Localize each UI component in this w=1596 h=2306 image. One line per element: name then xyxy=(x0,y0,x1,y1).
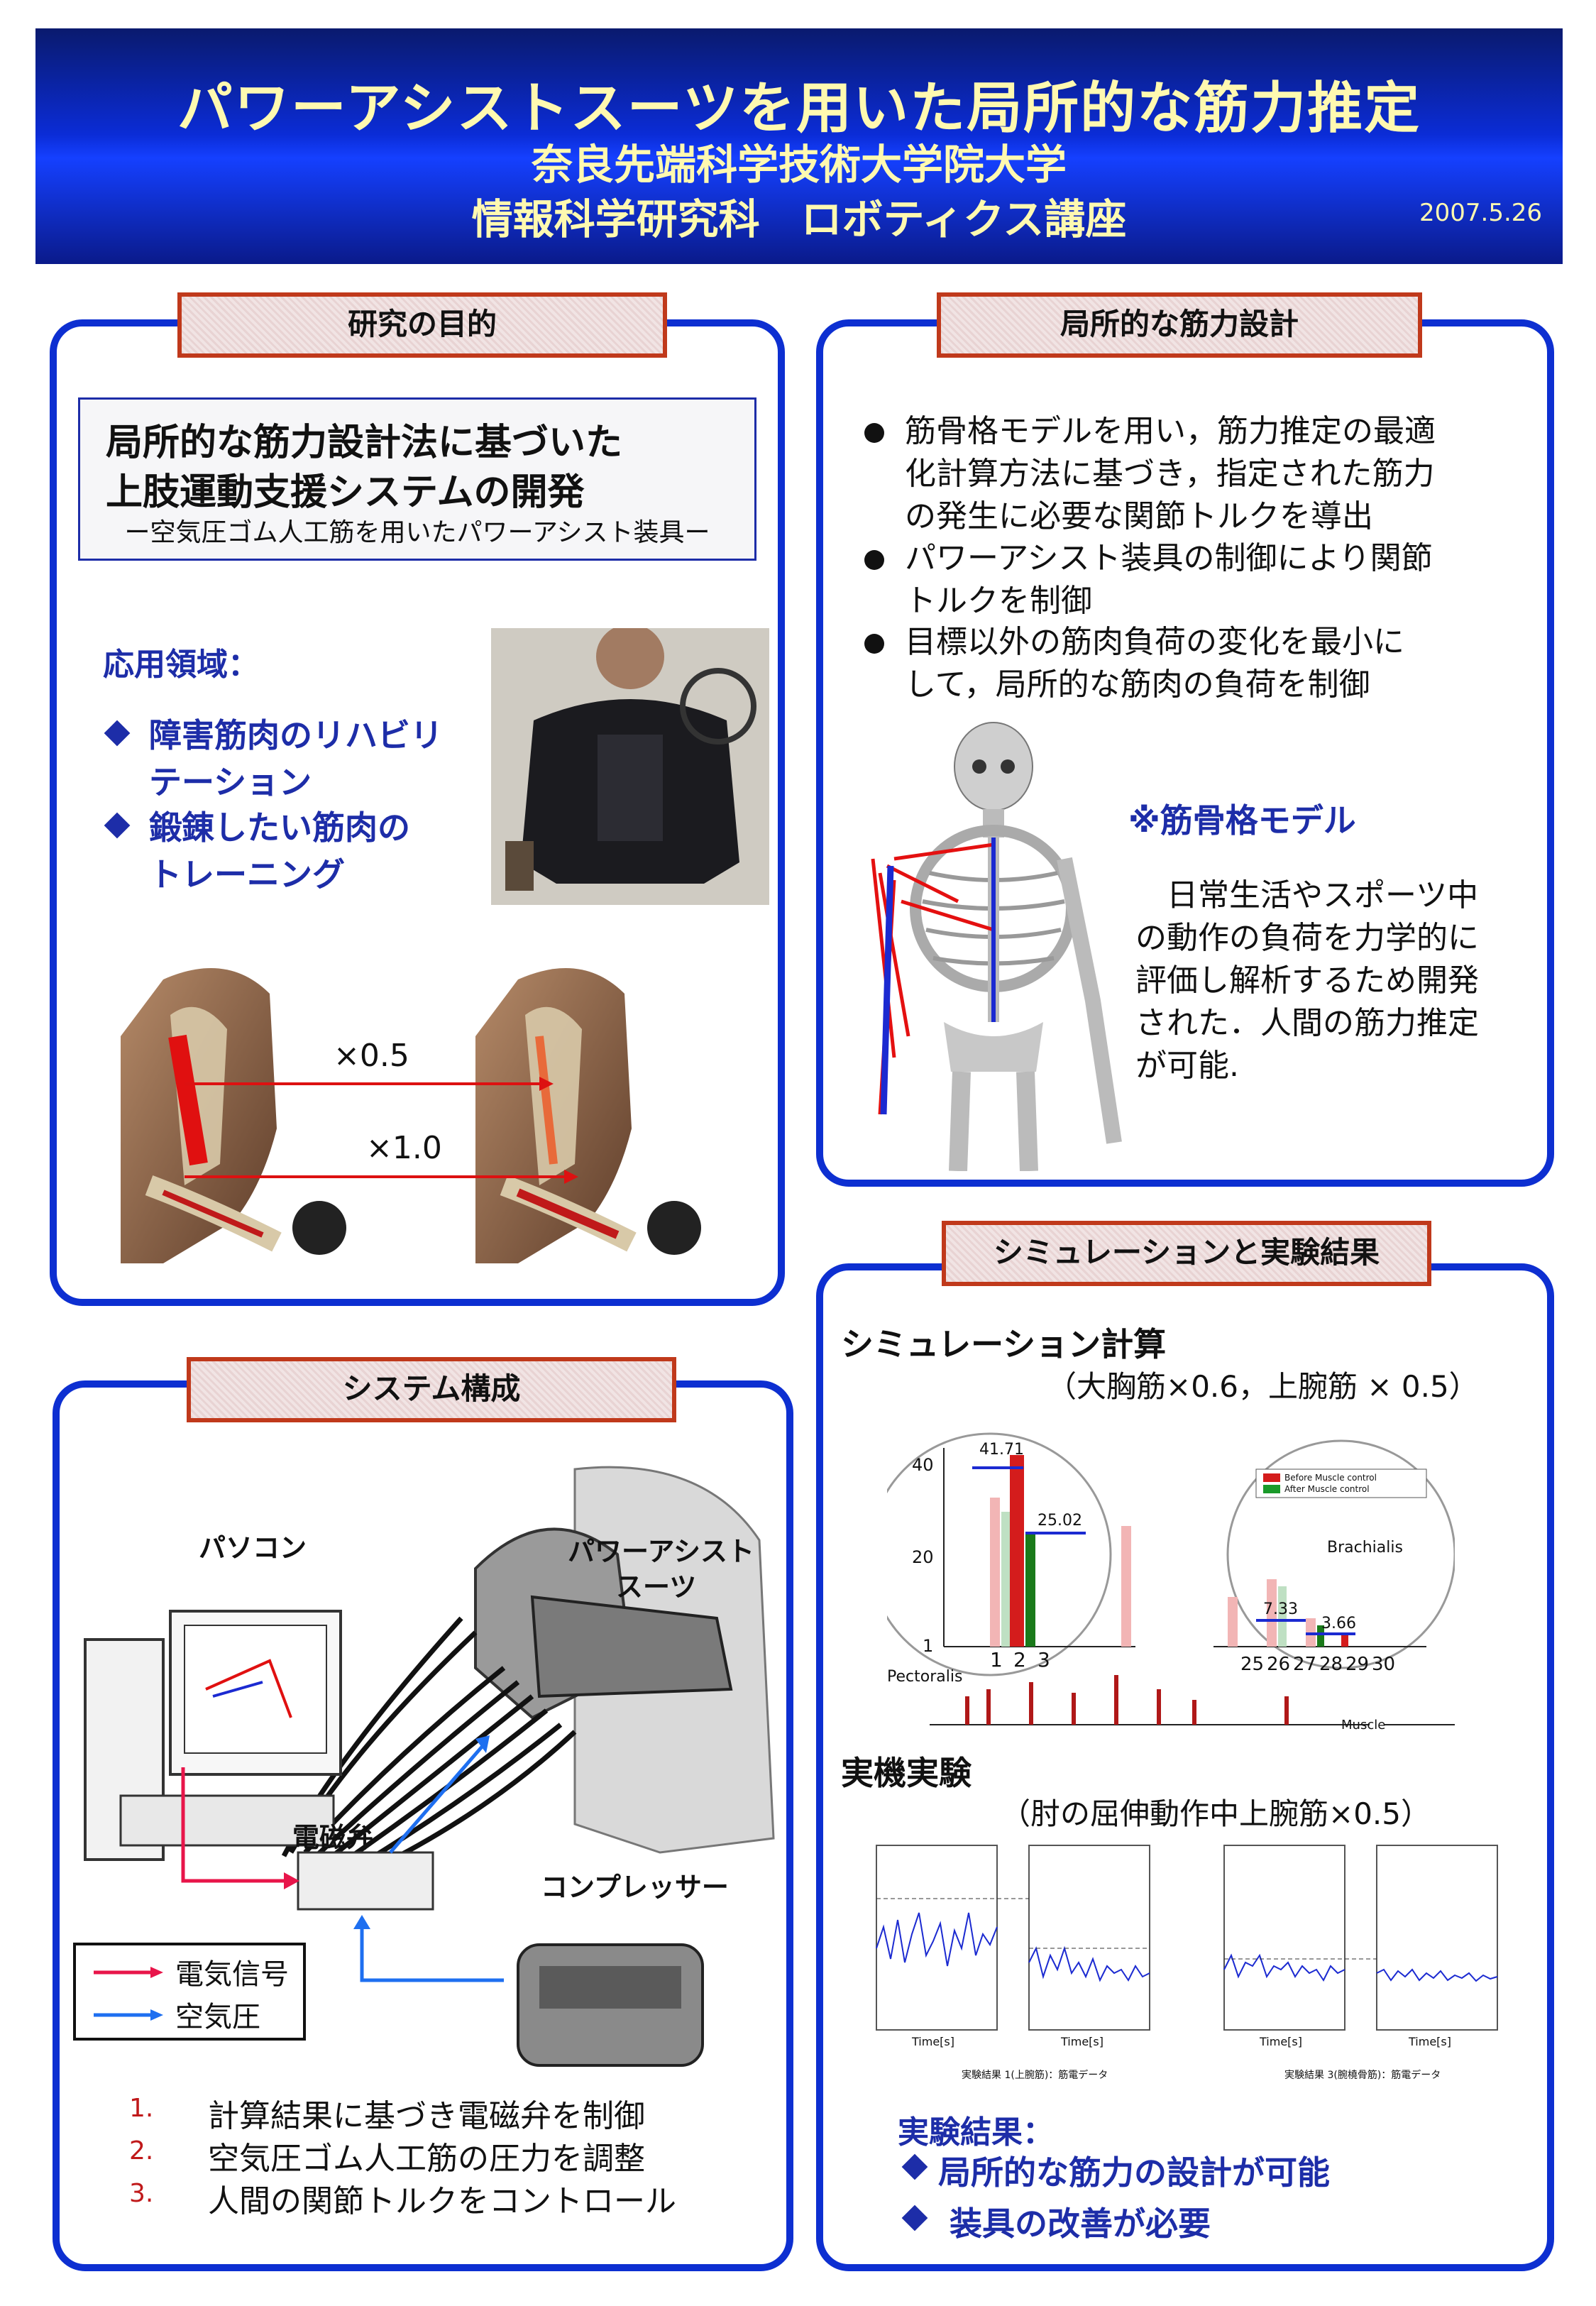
poster-date: 2007.5.26 xyxy=(1419,199,1543,227)
model-description: 日常生活やスポーツ中 の動作の負荷を力学的に 評価し解析するため開発 された．人… xyxy=(1135,874,1479,1087)
x-tick-b30: 30 xyxy=(1372,1654,1396,1675)
emg-plots: Time[s] Time[s] Time[s] Time[s] 実験結果 1(上… xyxy=(855,1842,1508,2097)
design-title: 局所的な筋力設計 xyxy=(937,292,1422,358)
purpose-title: 研究の目的 xyxy=(177,292,667,358)
purpose-goal-box: 局所的な筋力設計法に基づいた 上肢運動支援システムの開発 ー空気圧ゴム人工筋を用… xyxy=(78,397,756,561)
emg-xlabel-3: Time[s] xyxy=(1260,2035,1302,2048)
diamond-icon xyxy=(901,2153,928,2180)
application-item-1: 障害筋肉のリハビリ xyxy=(149,716,443,754)
value-7-33: 7.33 xyxy=(1263,1601,1298,1618)
simulation-heading: シミュレーション計算 xyxy=(841,1325,1167,1363)
application-item-2b: トレーニング xyxy=(149,855,345,894)
system-legend: 電気信号 空気圧 xyxy=(73,1943,306,2041)
model-label: ※筋骨格モデル xyxy=(1128,801,1356,840)
diamond-icon xyxy=(104,812,131,839)
y-tick-20: 20 xyxy=(912,1547,934,1567)
step-1-text: 計算結果に基づき電磁弁を制御 xyxy=(208,2098,645,2134)
design-bullet-3-line1: 目標以外の筋肉負荷の変化を最小に xyxy=(905,624,1404,660)
x-tick-b29: 29 xyxy=(1345,1654,1370,1675)
bullet-icon xyxy=(864,634,884,654)
design-bullet-2-line1: パワーアシスト装具の制御により関節 xyxy=(905,540,1433,576)
affiliation-university: 奈良先端科学技術大学院大学 xyxy=(531,141,1067,189)
emg-xlabel-1: Time[s] xyxy=(912,2035,954,2048)
compressor-label: コンプレッサー xyxy=(541,1872,729,1903)
x-tick-a3: 3 xyxy=(1038,1648,1050,1671)
emg-caption-1: 実験結果 1(上腕筋)：筋電データ xyxy=(962,2070,1108,2081)
legend-electric: 電気信号 xyxy=(175,1958,289,1991)
x-tick-b27: 27 xyxy=(1293,1654,1317,1675)
design-bullet-2: パワーアシスト装具の制御により関節 トルクを制御 xyxy=(905,537,1433,622)
design-bullet-3-line2: して，局所的な筋肉の負荷を制御 xyxy=(905,666,1370,703)
factor-1-0: ×1.0 xyxy=(366,1130,442,1166)
arm-force-illustration: ×0.5 ×1.0 xyxy=(121,951,759,1263)
x-tick-b28: 28 xyxy=(1319,1654,1343,1675)
brachialis-label: Brachialis xyxy=(1327,1539,1403,1556)
x-tick-b26: 26 xyxy=(1267,1654,1291,1675)
y-tick-40: 40 xyxy=(912,1455,934,1475)
application-label: 応用領域： xyxy=(103,647,259,683)
goal-line2: 上肢運動支援システムの開発 xyxy=(106,471,585,514)
conclusion-1: 局所的な筋力の設計が可能 xyxy=(938,2153,1330,2192)
emg-xlabel-4: Time[s] xyxy=(1409,2035,1451,2048)
results-title: シミュレーションと実験結果 xyxy=(942,1221,1431,1286)
value-3-66: 3.66 xyxy=(1321,1615,1356,1632)
bullet-icon xyxy=(864,550,884,570)
model-desc-line3: 評価し解析するため開発 xyxy=(1135,962,1479,999)
emg-xlabel-2: Time[s] xyxy=(1061,2035,1104,2048)
step-3-text: 人間の関節トルクをコントロール xyxy=(208,2183,676,2219)
simulation-chart: 41.71 25.02 7.33 3.66 40 20 1 1 2 3 Pect… xyxy=(868,1412,1456,1739)
goal-line1: 局所的な筋力設計法に基づいた xyxy=(106,422,623,464)
model-desc-line2: の動作の負荷を力学的に xyxy=(1135,920,1479,956)
bullet-icon xyxy=(864,423,884,443)
affiliation-lab: 情報科学研究科 ロボティクス講座 xyxy=(471,195,1127,243)
experiment-condition: （肘の屈伸動作中上腕筋×0.5） xyxy=(1001,1796,1431,1831)
design-bullet-3: 目標以外の筋肉負荷の変化を最小に して，局所的な筋肉の負荷を制御 xyxy=(905,621,1404,706)
diamond-icon xyxy=(901,2205,928,2231)
conclusion-label: 実験結果： xyxy=(898,2114,1054,2151)
value-41-71: 41.71 xyxy=(979,1441,1024,1459)
legend-air: 空気圧 xyxy=(175,2001,260,2033)
x-tick-b25: 25 xyxy=(1240,1654,1265,1675)
design-bullet-1-line2: 化計算方法に基づき，指定された筋力 xyxy=(905,456,1435,492)
musculoskeletal-model-image xyxy=(852,717,1135,1172)
pc-label: パソコン xyxy=(199,1532,307,1564)
emg-caption-2: 実験結果 3(腕橈骨筋)：筋電データ xyxy=(1284,2070,1441,2081)
power-assist-suit-photo xyxy=(491,624,769,905)
model-desc-line4: された．人間の筋力推定 xyxy=(1135,1005,1479,1041)
x-tick-a1: 1 xyxy=(990,1648,1003,1671)
conclusion-2: 装具の改善が必要 xyxy=(950,2205,1211,2243)
x-tick-a2: 2 xyxy=(1013,1648,1026,1671)
step-2-number: 2. xyxy=(129,2136,154,2165)
experiment-heading: 実機実験 xyxy=(841,1754,972,1792)
application-item-1b: テーション xyxy=(149,763,312,801)
legend-before: Before Muscle control xyxy=(1284,1473,1377,1483)
step-2-text: 空気圧ゴム人工筋の圧力を調整 xyxy=(208,2141,645,2177)
step-3-number: 3. xyxy=(129,2179,154,2208)
model-desc-line5: が可能. xyxy=(1135,1048,1239,1084)
y-tick-1: 1 xyxy=(923,1636,934,1656)
goal-subtitle: ー空気圧ゴム人工筋を用いたパワーアシスト装具ー xyxy=(124,518,710,547)
suit-label-2: スーツ xyxy=(616,1571,697,1603)
pectoralis-label: Pectoralis xyxy=(887,1668,963,1686)
system-title: システム構成 xyxy=(187,1357,676,1422)
suit-label-1: パワーアシスト xyxy=(568,1536,754,1567)
simulation-condition: （大胸筋×0.6，上腕筋 × 0.5） xyxy=(1047,1369,1479,1404)
factor-0-5: ×0.5 xyxy=(334,1038,409,1074)
application-item-2: 鍛錬したい筋肉の xyxy=(149,808,410,847)
legend-after: After Muscle control xyxy=(1284,1484,1370,1494)
design-bullet-2-line2: トルクを制御 xyxy=(905,583,1092,619)
x-axis-muscle: Muscle xyxy=(1341,1718,1386,1733)
step-1-number: 1. xyxy=(129,2094,154,2123)
valve-label: 電磁弁 xyxy=(292,1822,374,1853)
design-bullet-1-line1: 筋骨格モデルを用い，筋力推定の最適 xyxy=(905,413,1436,449)
diamond-icon xyxy=(104,720,131,747)
model-desc-line1: 日常生活やスポーツ中 xyxy=(1167,877,1479,913)
design-bullet-1-line3: の発生に必要な関節トルクを導出 xyxy=(905,498,1373,534)
value-25-02: 25.02 xyxy=(1038,1512,1082,1530)
poster-header: パワーアシストスーツを用いた局所的な筋力推定 奈良先端科学技術大学院大学 情報科… xyxy=(35,28,1563,264)
design-bullet-1: 筋骨格モデルを用い，筋力推定の最適 化計算方法に基づき，指定された筋力 の発生に… xyxy=(905,410,1436,538)
